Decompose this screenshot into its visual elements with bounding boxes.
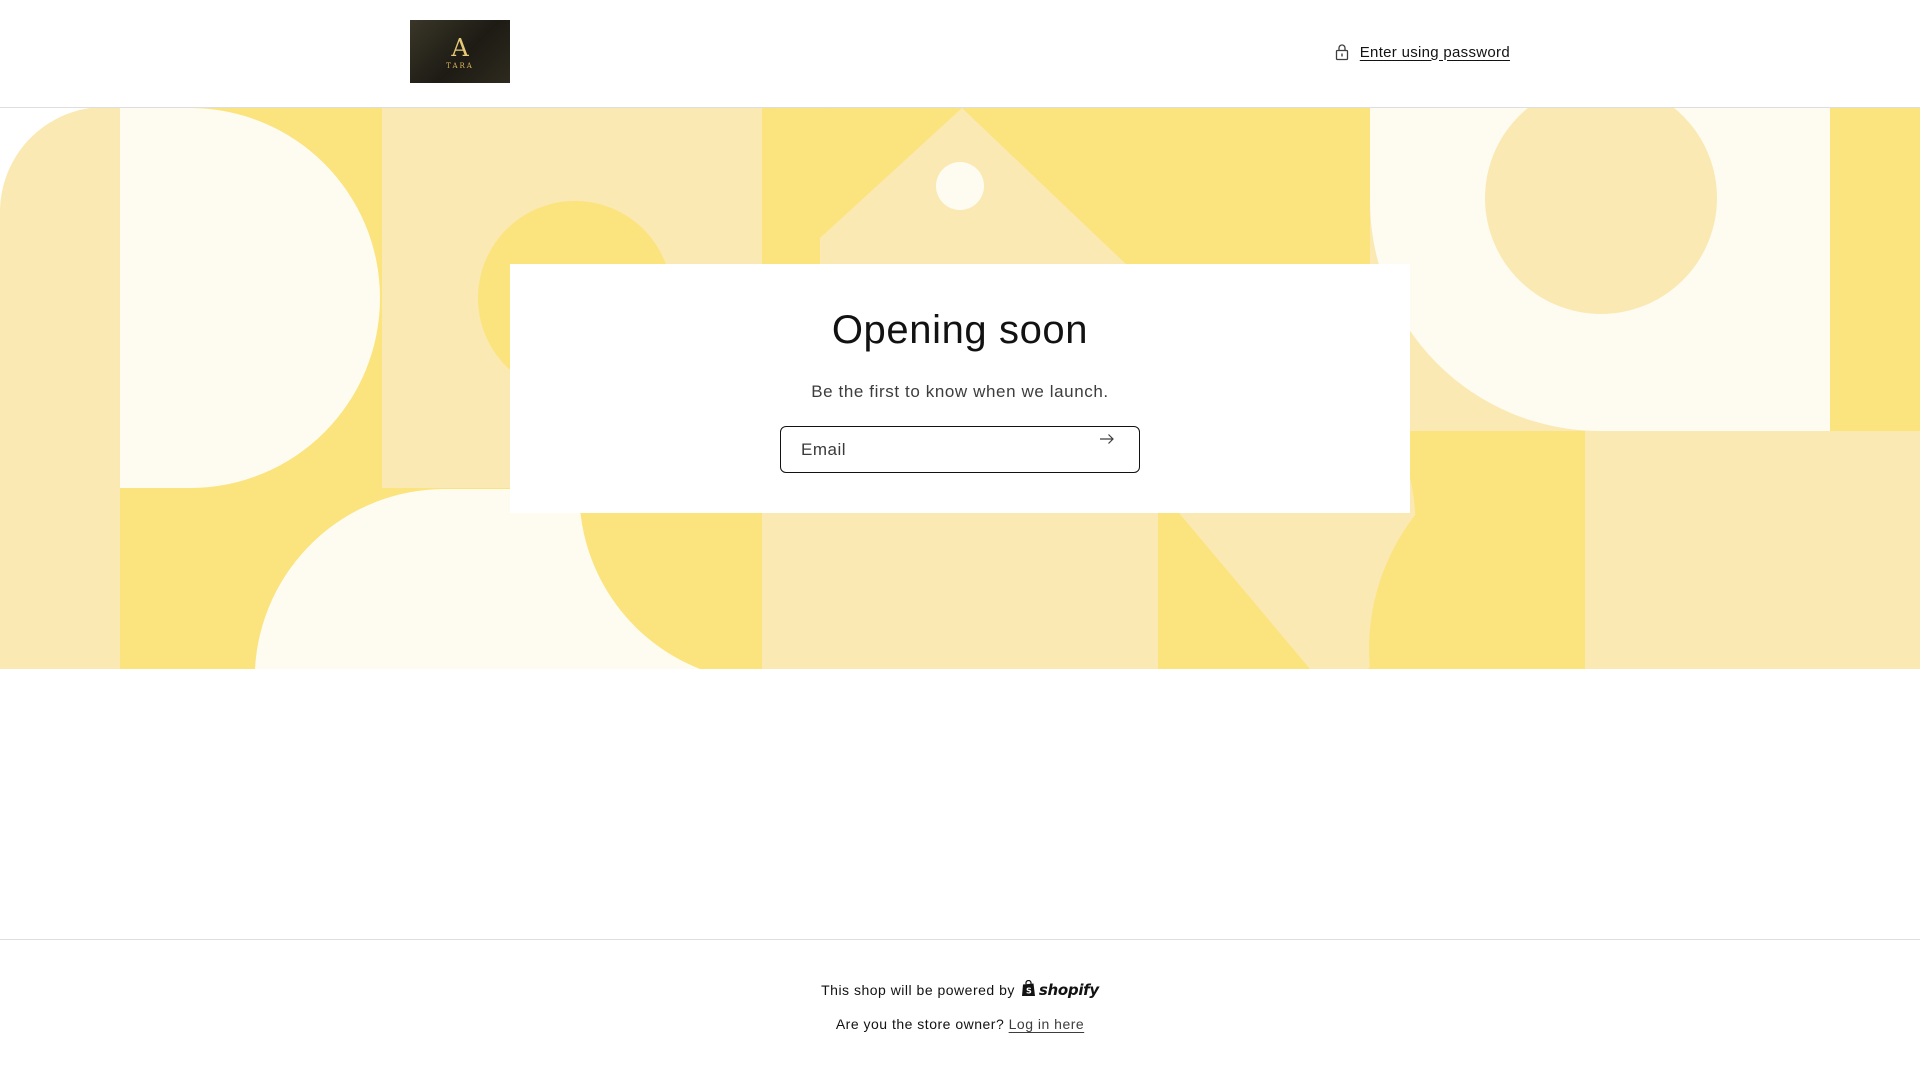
powered-by: This shop will be powered by S shopify [0, 979, 1920, 1000]
subscribe-button[interactable] [1099, 433, 1133, 466]
powered-by-text: This shop will be powered by [821, 982, 1015, 998]
site-footer: This shop will be powered by S shopify A… [0, 939, 1920, 1080]
newsletter-card: Opening soon Be the first to know when w… [510, 264, 1410, 513]
enter-password-label: Enter using password [1359, 43, 1510, 61]
svg-text:S: S [1026, 987, 1032, 996]
store-owner-line: Are you the store owner? Log in here [0, 1016, 1920, 1032]
store-owner-text: Are you the store owner? [835, 1016, 1005, 1032]
shopify-link[interactable]: S shopify [1021, 979, 1099, 1000]
email-form [780, 426, 1140, 473]
page-subtitle: Be the first to know when we launch. [811, 382, 1109, 401]
hero-banner: Opening soon Be the first to know when w… [0, 108, 1920, 669]
page-title: Opening soon [831, 308, 1089, 352]
logo-text: TARA [446, 61, 474, 70]
site-header: A TARA Enter using password [0, 0, 1920, 108]
lock-icon [1334, 43, 1350, 61]
shopify-wordmark: shopify [1038, 981, 1099, 999]
enter-password-link[interactable]: Enter using password [1334, 40, 1510, 64]
email-input[interactable] [781, 427, 1081, 472]
store-logo[interactable]: A TARA [410, 20, 510, 83]
shopify-bag-icon: S [1021, 979, 1036, 1000]
login-link[interactable]: Log in here [1009, 1016, 1085, 1032]
logo-mark: A [451, 33, 469, 62]
